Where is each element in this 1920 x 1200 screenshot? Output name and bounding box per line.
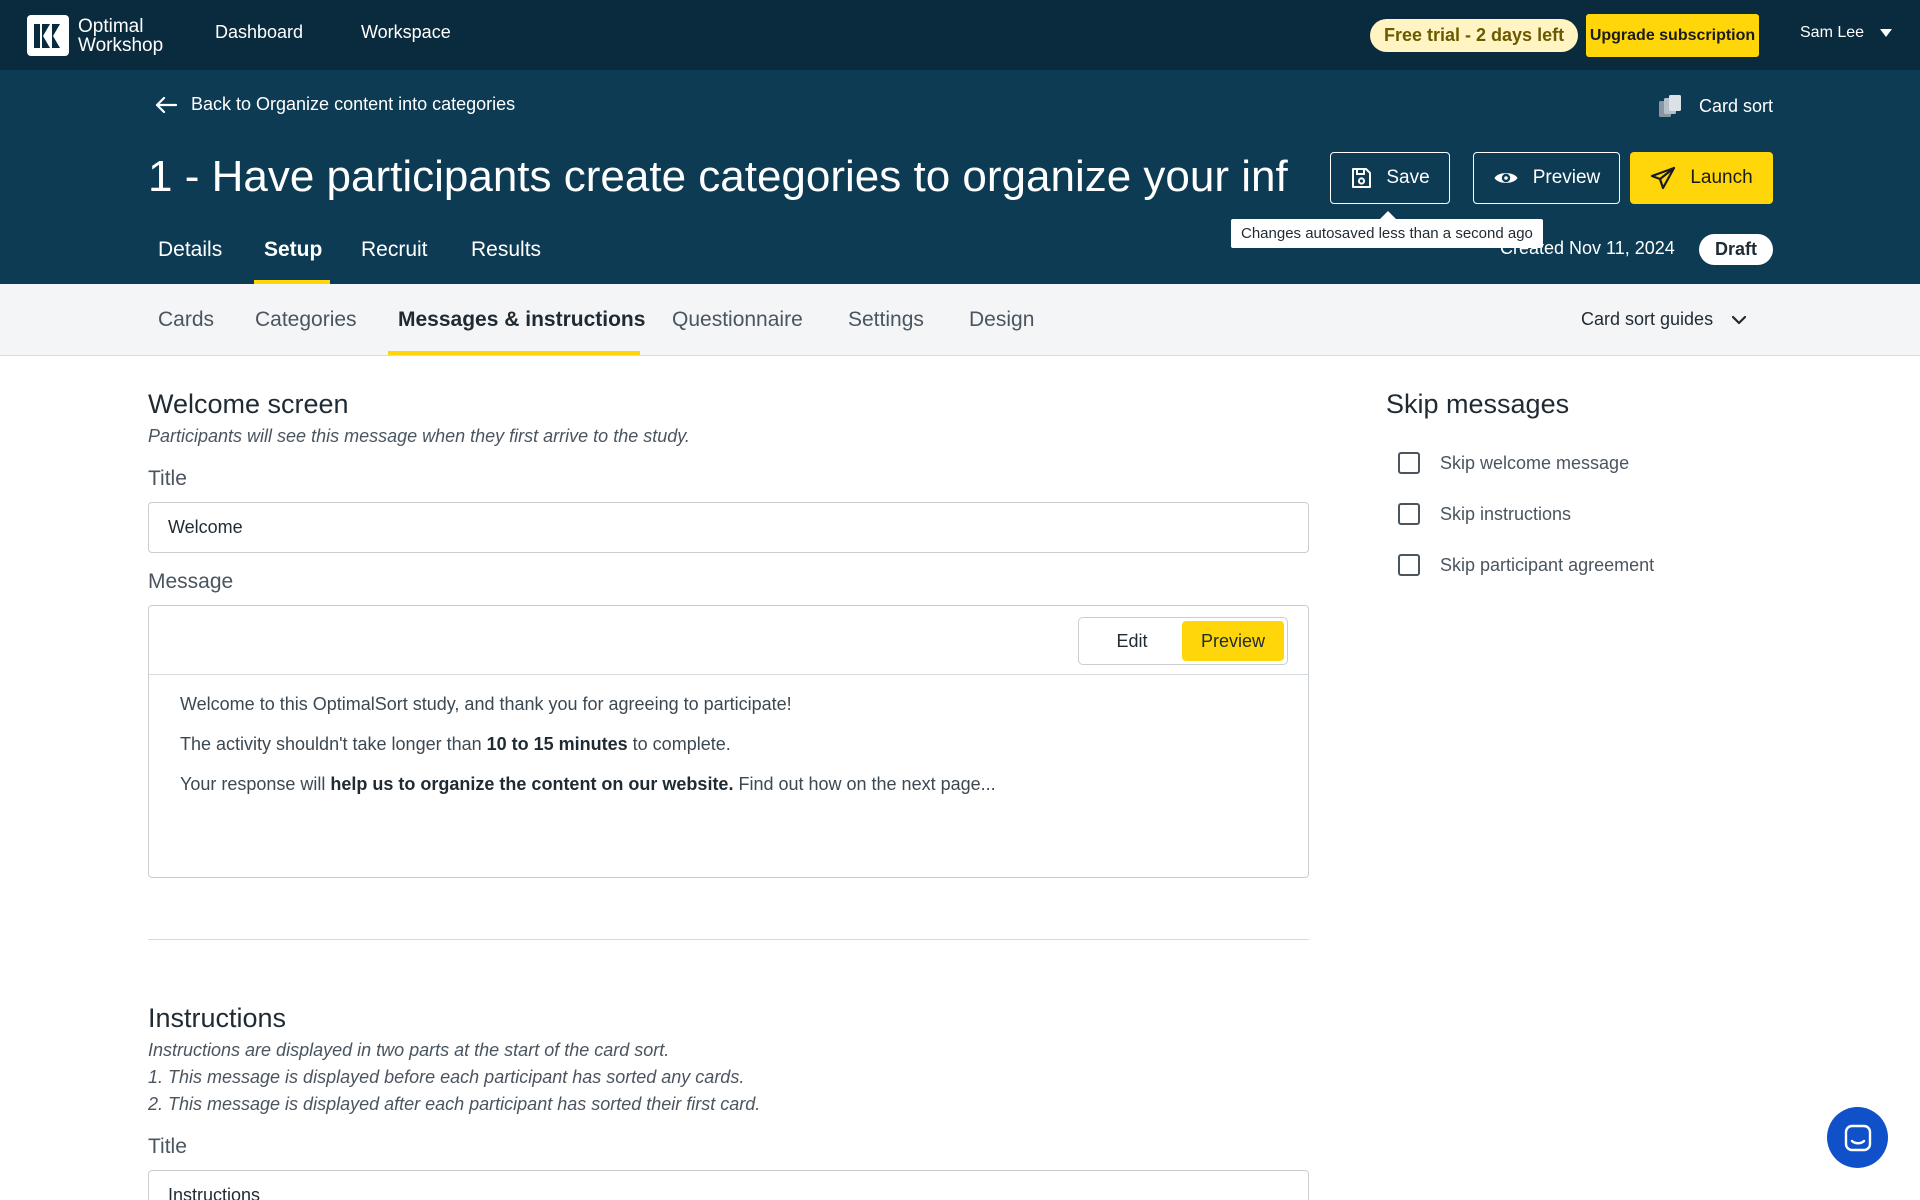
- message-line-2-start: The activity shouldn't take longer than: [180, 734, 487, 754]
- chat-icon: [1844, 1124, 1871, 1151]
- logo-line-1: Optimal: [78, 15, 144, 37]
- arrow-left-icon: [155, 96, 177, 113]
- back-link[interactable]: Back to Organize content into categories: [155, 94, 515, 115]
- subtab-design[interactable]: Design: [969, 308, 1034, 332]
- message-line-2: The activity shouldn't take longer than …: [180, 734, 731, 755]
- user-menu[interactable]: Sam Lee: [1800, 24, 1893, 42]
- launch-button[interactable]: Launch: [1630, 152, 1773, 204]
- message-line-3: Your response will help us to organize t…: [180, 774, 996, 795]
- welcome-message-editor[interactable]: Edit Preview Welcome to this OptimalSort…: [148, 605, 1309, 878]
- message-line-2-end: to complete.: [627, 734, 731, 754]
- save-label: Save: [1386, 167, 1430, 188]
- skip-instructions-option[interactable]: Skip instructions: [1398, 503, 1571, 525]
- card-sort-icon: [1658, 95, 1681, 117]
- study-type: Card sort: [1657, 93, 1773, 119]
- message-toolbar: Edit Preview: [149, 606, 1308, 675]
- card-sort-guides-dropdown[interactable]: Card sort guides: [1581, 309, 1747, 330]
- welcome-message-label: Message: [148, 570, 234, 593]
- top-bar: Optimal Workshop Dashboard Workspace Fre…: [0, 0, 1920, 70]
- study-title: 1 - Have participants create categories …: [148, 152, 1288, 201]
- skip-instructions-label: Skip instructions: [1440, 503, 1572, 524]
- section-divider: [148, 939, 1309, 940]
- nav-workspace[interactable]: Workspace: [361, 22, 451, 43]
- save-button[interactable]: Save: [1330, 152, 1450, 204]
- instructions-help-3: 2. This message is displayed after each …: [148, 1094, 761, 1114]
- guides-label: Card sort guides: [1581, 309, 1714, 329]
- skip-welcome-label: Skip welcome message: [1440, 452, 1630, 473]
- preview-mode-button[interactable]: Preview: [1182, 621, 1284, 661]
- save-icon: [1352, 168, 1372, 188]
- instructions-help-2: 1. This message is displayed before each…: [148, 1067, 745, 1087]
- eye-icon: [1494, 173, 1518, 183]
- logo-text: Optimal Workshop: [78, 17, 163, 55]
- tab-setup[interactable]: Setup: [264, 238, 322, 262]
- skip-agreement-label: Skip participant agreement: [1440, 554, 1655, 575]
- skip-agreement-option[interactable]: Skip participant agreement: [1398, 554, 1654, 576]
- tab-results[interactable]: Results: [471, 238, 541, 262]
- message-line-2-emphasis: 10 to 15 minutes: [486, 734, 628, 754]
- subtab-settings[interactable]: Settings: [848, 308, 924, 332]
- tab-details[interactable]: Details: [158, 238, 222, 262]
- logo-line-2: Workshop: [78, 34, 164, 56]
- skip-welcome-option[interactable]: Skip welcome message: [1398, 452, 1629, 474]
- message-line-3-emphasis: help us to organize the content on our w…: [330, 774, 734, 794]
- nav-dashboard[interactable]: Dashboard: [215, 22, 303, 43]
- study-header: Back to Organize content into categories…: [0, 70, 1920, 284]
- instructions-title-input[interactable]: [148, 1170, 1309, 1200]
- edit-preview-toggle: Edit Preview: [1078, 617, 1288, 665]
- launch-label: Launch: [1690, 167, 1753, 188]
- status-badge: Draft: [1699, 234, 1773, 265]
- preview-label: Preview: [1532, 167, 1601, 188]
- logo-icon: [27, 15, 69, 56]
- instructions-title-label: Title: [148, 1135, 187, 1158]
- welcome-title-label: Title: [148, 467, 187, 490]
- sub-navigation: Cards Categories Messages & instructions…: [0, 284, 1920, 356]
- skip-agreement-checkbox[interactable]: [1398, 554, 1420, 576]
- trial-badge[interactable]: Free trial - 2 days left: [1370, 19, 1579, 52]
- preview-button[interactable]: Preview: [1473, 152, 1620, 204]
- active-subtab-indicator: [388, 351, 640, 355]
- autosave-tooltip: Changes autosaved less than a second ago: [1231, 211, 1543, 248]
- message-line-3-start: Your response will: [180, 774, 331, 794]
- welcome-title-input[interactable]: [148, 502, 1309, 553]
- welcome-heading: Welcome screen: [148, 389, 349, 419]
- subtab-questionnaire[interactable]: Questionnaire: [672, 308, 803, 332]
- caret-down-icon: [1880, 29, 1893, 37]
- send-icon: [1651, 166, 1676, 190]
- skip-messages-heading: Skip messages: [1386, 389, 1570, 419]
- study-type-label: Card sort: [1698, 95, 1773, 116]
- user-name: Sam Lee: [1800, 24, 1865, 41]
- upgrade-subscription-button[interactable]: Upgrade subscription: [1586, 14, 1759, 57]
- edit-mode-button[interactable]: Edit: [1082, 621, 1182, 661]
- chevron-down-icon: [1731, 315, 1747, 324]
- welcome-help-text: Participants will see this message when …: [148, 426, 690, 446]
- subtab-messages-instructions[interactable]: Messages & instructions: [398, 308, 645, 332]
- message-line-3-end: Find out how on the next page...: [733, 774, 996, 794]
- subtab-categories[interactable]: Categories: [255, 308, 357, 332]
- instructions-heading: Instructions: [148, 1003, 287, 1033]
- message-line-1: Welcome to this OptimalSort study, and t…: [180, 694, 792, 714]
- skip-welcome-checkbox[interactable]: [1398, 452, 1420, 474]
- back-link-label: Back to Organize content into categories: [191, 94, 516, 114]
- logo[interactable]: Optimal Workshop: [27, 15, 163, 56]
- chat-support-button[interactable]: [1827, 1107, 1888, 1168]
- skip-instructions-checkbox[interactable]: [1398, 503, 1420, 525]
- tab-recruit[interactable]: Recruit: [361, 238, 428, 262]
- instructions-help-1: Instructions are displayed in two parts …: [148, 1040, 670, 1060]
- subtab-cards[interactable]: Cards: [158, 308, 214, 332]
